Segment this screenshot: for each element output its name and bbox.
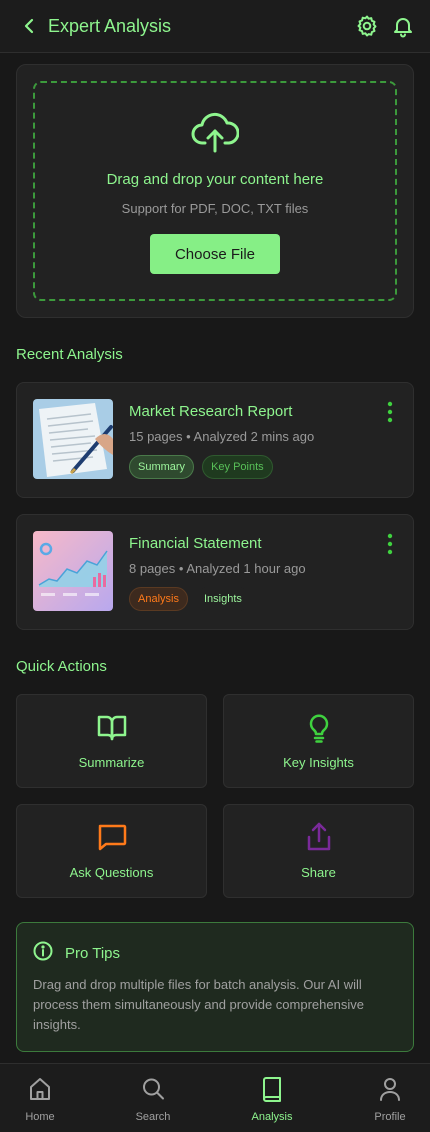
share-button[interactable]: Share [223,804,414,898]
book-open-icon [96,711,128,743]
tag-summary[interactable]: Summary [129,455,195,479]
key-insights-button[interactable]: Key Insights [223,694,414,788]
pro-tips-card: Pro Tips Drag and drop multiple files fo… [16,922,414,1052]
page-title: Expert Analysis [48,15,172,36]
lightbulb-icon [303,711,335,743]
app-header: Expert Analysis [0,0,430,53]
drop-subtitle: Support for PDF, DOC, TXT files [121,201,309,216]
back-arrow-icon[interactable] [18,15,40,37]
action-label: Ask Questions [69,865,154,880]
home-icon [28,1076,52,1102]
recent-item-market-research[interactable]: Market Research Report 15 pages • Analyz… [16,382,414,498]
more-vertical-icon[interactable] [387,533,393,555]
bell-icon[interactable] [390,13,416,39]
more-vertical-icon[interactable] [387,401,393,423]
pro-tips-body: Drag and drop multiple files for batch a… [33,977,364,1032]
action-label: Share [301,865,336,880]
drop-title: Drag and drop your content here [106,171,324,188]
chart-thumbnail [33,531,113,611]
nav-item-analysis[interactable]: Analysis [232,1064,312,1132]
recent-item-financial-statement[interactable]: Financial Statement 8 pages • Analyzed 1… [16,514,414,630]
info-icon [33,941,53,966]
item-title: Financial Statement [129,535,262,552]
action-label: Summarize [78,755,145,770]
tag-analysis[interactable]: Analysis [129,587,188,611]
tag-list: Analysis Insights [129,587,250,611]
book-icon [260,1076,284,1102]
user-icon [378,1076,402,1102]
tag-key-points[interactable]: Key Points [202,455,273,479]
nav-item-search[interactable]: Search [113,1064,193,1132]
tag-insights[interactable]: Insights [195,587,250,611]
cloud-upload-icon [191,111,240,155]
action-label: Key Insights [283,755,354,770]
nav-label: Home [25,1111,55,1123]
pro-tips-title: Pro Tips [65,945,121,962]
recent-analysis-heading: Recent Analysis [16,346,123,363]
nav-label: Analysis [251,1111,293,1123]
nav-label: Search [135,1111,171,1123]
item-meta: 8 pages • Analyzed 1 hour ago [129,561,306,576]
item-meta: 15 pages • Analyzed 2 mins ago [129,429,315,444]
share-icon [303,821,335,853]
choose-file-button[interactable]: Choose File [150,234,280,274]
nav-item-profile[interactable]: Profile [350,1064,430,1132]
gear-icon[interactable] [354,13,380,39]
search-icon [141,1076,165,1102]
nav-item-home[interactable]: Home [0,1064,80,1132]
pro-tips-header: Pro Tips [33,941,120,966]
item-title: Market Research Report [129,403,293,420]
drop-zone[interactable]: Drag and drop your content here Support … [33,81,397,301]
nav-label: Profile [374,1111,406,1123]
quick-actions-heading: Quick Actions [16,658,107,675]
ask-questions-button[interactable]: Ask Questions [16,804,207,898]
document-thumbnail [33,399,113,479]
upload-card: Drag and drop your content here Support … [16,64,414,318]
tag-list: Summary Key Points [129,455,273,479]
message-square-icon [96,821,128,853]
summarize-button[interactable]: Summarize [16,694,207,788]
bottom-nav: Home Search Analysis Profile [0,1063,430,1132]
